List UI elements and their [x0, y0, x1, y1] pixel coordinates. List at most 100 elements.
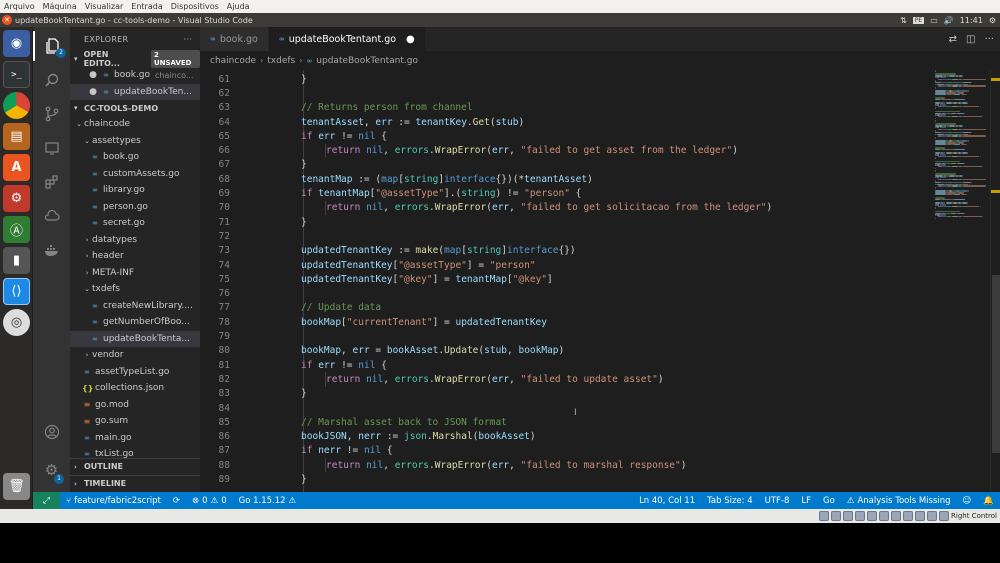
- sound-icon[interactable]: 🔊: [944, 16, 954, 25]
- code-line[interactable]: 74 updatedTenantKey["@assetType"] = "pers…: [200, 258, 930, 272]
- tree-file[interactable]: ∞ assetTypeList.go: [70, 364, 200, 381]
- code-line[interactable]: 80 bookMap, err = bookAsset.Update(stub, …: [200, 344, 930, 358]
- mouse-integration-icon[interactable]: [927, 511, 938, 521]
- tree-file[interactable]: ≡ go.sum: [70, 413, 200, 430]
- tree-file[interactable]: ∞ createNewLibrary....: [70, 298, 200, 315]
- code-line[interactable]: 72: [200, 229, 930, 243]
- unsaved-dot-icon[interactable]: ●: [88, 87, 98, 97]
- settings-icon[interactable]: ⚙: [3, 185, 30, 212]
- manage-gear-icon[interactable]: ⚙ 1: [33, 455, 70, 485]
- scroll-thumb[interactable]: [992, 275, 1000, 453]
- tree-file[interactable]: ∞ updateBookTenta...: [70, 330, 200, 347]
- breadcrumb-item[interactable]: updateBookTentant.go: [316, 56, 418, 66]
- end-of-line[interactable]: LF: [795, 496, 817, 506]
- explorer-icon[interactable]: 2: [33, 31, 70, 61]
- tree-folder[interactable]: ⌄ assettypes: [70, 133, 200, 150]
- more-actions-icon[interactable]: ···: [183, 35, 192, 44]
- tree-folder[interactable]: › header: [70, 248, 200, 265]
- keyboard-layout[interactable]: PE: [912, 16, 925, 24]
- code-line[interactable]: 71}: [200, 215, 930, 229]
- usb-creator-icon[interactable]: ▮: [3, 247, 30, 274]
- code-editor[interactable]: 61} 62 63// Returns person from channel 64 t…: [200, 70, 930, 492]
- menu-entrada[interactable]: Entrada: [127, 2, 166, 11]
- code-line[interactable]: 66 return nil, errors.WrapError(err, "fai…: [200, 144, 930, 158]
- vscode-icon[interactable]: ⟨⟩: [3, 278, 30, 305]
- code-line[interactable]: 86 bookJSON, nerr := json.Marshal(bookAss…: [200, 430, 930, 444]
- code-line[interactable]: 89}: [200, 472, 930, 486]
- menu-maquina[interactable]: Máquina: [39, 2, 81, 11]
- shared-folder-icon[interactable]: [879, 511, 890, 521]
- code-line[interactable]: 76: [200, 287, 930, 301]
- tree-file[interactable]: ∞ person.go: [70, 199, 200, 216]
- cursor-position[interactable]: Ln 40, Col 11: [633, 496, 701, 506]
- window-close-icon[interactable]: ✕: [2, 15, 12, 25]
- accounts-icon[interactable]: [33, 417, 70, 447]
- problems-indicator[interactable]: ⊗ 0 ⚠ 0: [186, 496, 233, 506]
- tree-folder[interactable]: › META-INF: [70, 265, 200, 282]
- code-line[interactable]: 87 if nerr != nil {: [200, 444, 930, 458]
- terminal-icon[interactable]: >_: [3, 61, 30, 88]
- code-line[interactable]: 70 return nil, errors.WrapError(err, "fai…: [200, 201, 930, 215]
- code-line[interactable]: 67}: [200, 158, 930, 172]
- code-line[interactable]: 61}: [200, 72, 930, 86]
- encoding[interactable]: UTF-8: [759, 496, 796, 506]
- optical-drive-icon[interactable]: [831, 511, 842, 521]
- software-updater-icon[interactable]: Ⓐ: [3, 216, 30, 243]
- code-line[interactable]: 64 tenantAsset, err := tenantKey.Get(stub…: [200, 115, 930, 129]
- language-mode[interactable]: Go: [817, 496, 841, 506]
- tree-file[interactable]: ∞ customAssets.go: [70, 166, 200, 183]
- breadcrumb-item[interactable]: chaincode: [210, 56, 256, 66]
- files-icon[interactable]: ▤: [3, 123, 30, 150]
- tree-file[interactable]: {} collections.json: [70, 380, 200, 397]
- usb-icon[interactable]: [867, 511, 878, 521]
- tab-size[interactable]: Tab Size: 4: [701, 496, 759, 506]
- hdd-icon[interactable]: [819, 511, 830, 521]
- open-editor-item[interactable]: ● ∞ updateBookTen...: [70, 83, 200, 100]
- tree-folder[interactable]: › datatypes: [70, 232, 200, 249]
- battery-icon[interactable]: ▭: [930, 16, 938, 25]
- chrome-icon[interactable]: [3, 92, 30, 119]
- code-line[interactable]: 84: [200, 401, 930, 415]
- code-line[interactable]: 75 updatedTenantKey["@key"] = tenantMap["…: [200, 272, 930, 286]
- cloud-icon[interactable]: [33, 201, 70, 231]
- timeline-section[interactable]: › TIMELINE: [70, 475, 200, 491]
- analysis-tools-warning[interactable]: ⚠ Analysis Tools Missing: [841, 496, 957, 506]
- outline-section[interactable]: › OUTLINE: [70, 458, 200, 474]
- breadcrumb-item[interactable]: txdefs: [267, 56, 295, 66]
- code-line[interactable]: 81 if err != nil {: [200, 358, 930, 372]
- split-editor-icon[interactable]: ◫: [966, 34, 975, 45]
- go-version[interactable]: Go 1.15.12 ⚠: [233, 496, 303, 506]
- cpu-icon[interactable]: [915, 511, 926, 521]
- remote-explorer-icon[interactable]: [33, 133, 70, 163]
- code-line[interactable]: 62: [200, 86, 930, 100]
- clock[interactable]: 11:41: [960, 16, 983, 25]
- feedback-icon[interactable]: ☺: [957, 496, 978, 506]
- code-line[interactable]: 73 updatedTenantKey := make(map[string]in…: [200, 244, 930, 258]
- code-line[interactable]: 83}: [200, 387, 930, 401]
- sync-button[interactable]: ⟳: [167, 496, 186, 506]
- source-control-icon[interactable]: [33, 99, 70, 129]
- tree-file[interactable]: ∞ book.go: [70, 149, 200, 166]
- remote-indicator-icon[interactable]: ⤢: [33, 492, 60, 509]
- tree-folder[interactable]: ⌄ txdefs: [70, 281, 200, 298]
- menu-ajuda[interactable]: Ajuda: [223, 2, 254, 11]
- tree-file[interactable]: ∞ secret.go: [70, 215, 200, 232]
- code-line[interactable]: 69 if tenantMap["@assetType"].(string) !=…: [200, 186, 930, 200]
- editor-scrollbar[interactable]: [990, 70, 1000, 492]
- network-icon[interactable]: [855, 511, 866, 521]
- tree-folder[interactable]: ⌄ chaincode: [70, 116, 200, 133]
- tree-file[interactable]: ∞ main.go: [70, 430, 200, 447]
- more-actions-icon[interactable]: ···: [984, 34, 994, 45]
- disc-icon[interactable]: ◎: [3, 309, 30, 336]
- code-line[interactable]: 68 tenantMap := (map[string]interface{})(…: [200, 172, 930, 186]
- notifications-bell-icon[interactable]: 🔔: [977, 496, 1000, 506]
- menu-arquivo[interactable]: Arquivo: [0, 2, 39, 11]
- open-editor-item[interactable]: ● ∞ book.go chainco...: [70, 67, 200, 84]
- open-editors-section[interactable]: ▾ OPEN EDITO... 2 UNSAVED: [70, 50, 200, 68]
- code-line[interactable]: 82 return nil, errors.WrapError(err, "fai…: [200, 372, 930, 386]
- ubuntu-dash-icon[interactable]: ◉: [3, 30, 30, 57]
- code-line[interactable]: 65 if err != nil {: [200, 129, 930, 143]
- unsaved-dot-icon[interactable]: ●: [406, 34, 415, 45]
- transfer-icon[interactable]: ⇅: [900, 16, 907, 25]
- docker-icon[interactable]: [33, 235, 70, 265]
